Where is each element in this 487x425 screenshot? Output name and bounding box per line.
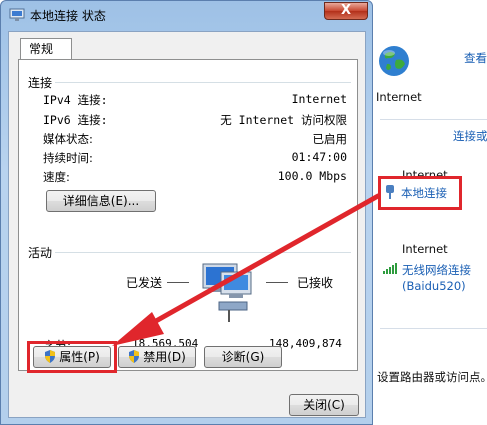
annotation-arrow: [112, 193, 381, 346]
